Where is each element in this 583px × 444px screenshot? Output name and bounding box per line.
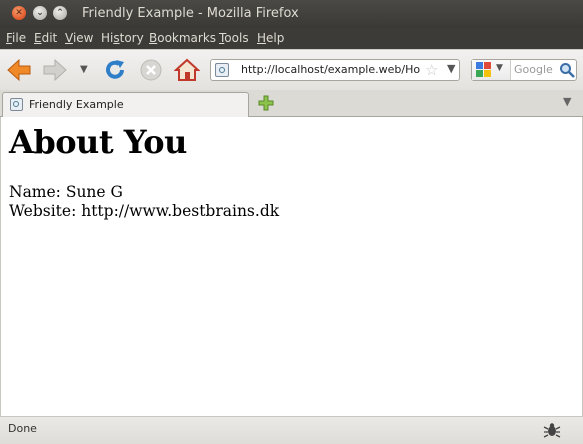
menu-file[interactable]: File [6, 31, 26, 45]
firefox-window: ✕ ⌄ ⌃ Friendly Example - Mozilla Firefox… [0, 0, 583, 444]
forward-arrow-icon [43, 58, 67, 82]
home-icon [173, 58, 201, 81]
window-close-button[interactable]: ✕ [12, 6, 26, 20]
menu-view[interactable]: View [65, 31, 93, 45]
site-identity-icon[interactable] [215, 63, 229, 77]
back-button[interactable] [6, 58, 32, 86]
menu-bar: File Edit View History Bookmarks Tools H… [0, 28, 583, 49]
magnifier-icon [560, 63, 575, 78]
tab-label: Friendly Example [29, 98, 124, 111]
url-bar[interactable]: http://localhost/example.web/Ho ☆ ▼ [210, 59, 460, 81]
name-line: Name: Sune G [9, 183, 123, 201]
home-button[interactable] [173, 58, 201, 86]
window-maximize-button[interactable]: ⌃ [53, 6, 67, 20]
window-title: Friendly Example - Mozilla Firefox [82, 6, 299, 21]
title-bar: ✕ ⌄ ⌃ Friendly Example - Mozilla Firefox [0, 0, 583, 28]
firebug-icon[interactable] [543, 421, 561, 443]
reload-button[interactable] [103, 58, 127, 86]
stop-button[interactable] [139, 58, 163, 86]
menu-tools[interactable]: Tools [219, 31, 249, 45]
stop-icon [140, 59, 162, 81]
page-heading: About You [9, 123, 187, 161]
search-engine-button[interactable]: ▼ [472, 60, 511, 80]
url-text[interactable]: http://localhost/example.web/Ho [241, 63, 421, 76]
search-bar[interactable]: ▼ Google [471, 59, 577, 81]
list-all-tabs-button[interactable]: ▼ [563, 95, 571, 108]
tab-friendly-example[interactable]: Friendly Example [2, 92, 249, 117]
tab-bar: Friendly Example ▼ [0, 90, 583, 117]
search-button[interactable] [559, 62, 575, 82]
window-minimize-button[interactable]: ⌄ [33, 6, 47, 20]
page-content: About You Name: Sune G Website: http://w… [0, 117, 583, 416]
status-text: Done [8, 422, 37, 435]
reload-icon [106, 60, 124, 79]
menu-help[interactable]: Help [257, 31, 284, 45]
menu-bookmarks[interactable]: Bookmarks [149, 31, 216, 45]
navigation-toolbar: ▼ http://localhost/example.web/Ho ☆ ▼ ▼ … [0, 49, 583, 90]
plus-icon [258, 95, 274, 111]
menu-edit[interactable]: Edit [34, 31, 57, 45]
page-icon [10, 98, 23, 111]
forward-button[interactable] [42, 58, 68, 86]
status-bar: Done [0, 416, 583, 444]
bookmark-star-icon[interactable]: ☆ [425, 62, 438, 78]
search-input[interactable]: Google [514, 63, 553, 76]
chevron-down-icon: ▼ [496, 63, 503, 73]
website-line: Website: http://www.bestbrains.dk [9, 202, 280, 220]
back-arrow-icon [7, 58, 31, 82]
url-dropdown-button[interactable]: ▼ [447, 62, 455, 75]
history-dropdown-button[interactable]: ▼ [80, 64, 88, 75]
new-tab-button[interactable] [258, 95, 274, 115]
menu-history[interactable]: History [101, 31, 144, 45]
google-icon [476, 62, 491, 77]
